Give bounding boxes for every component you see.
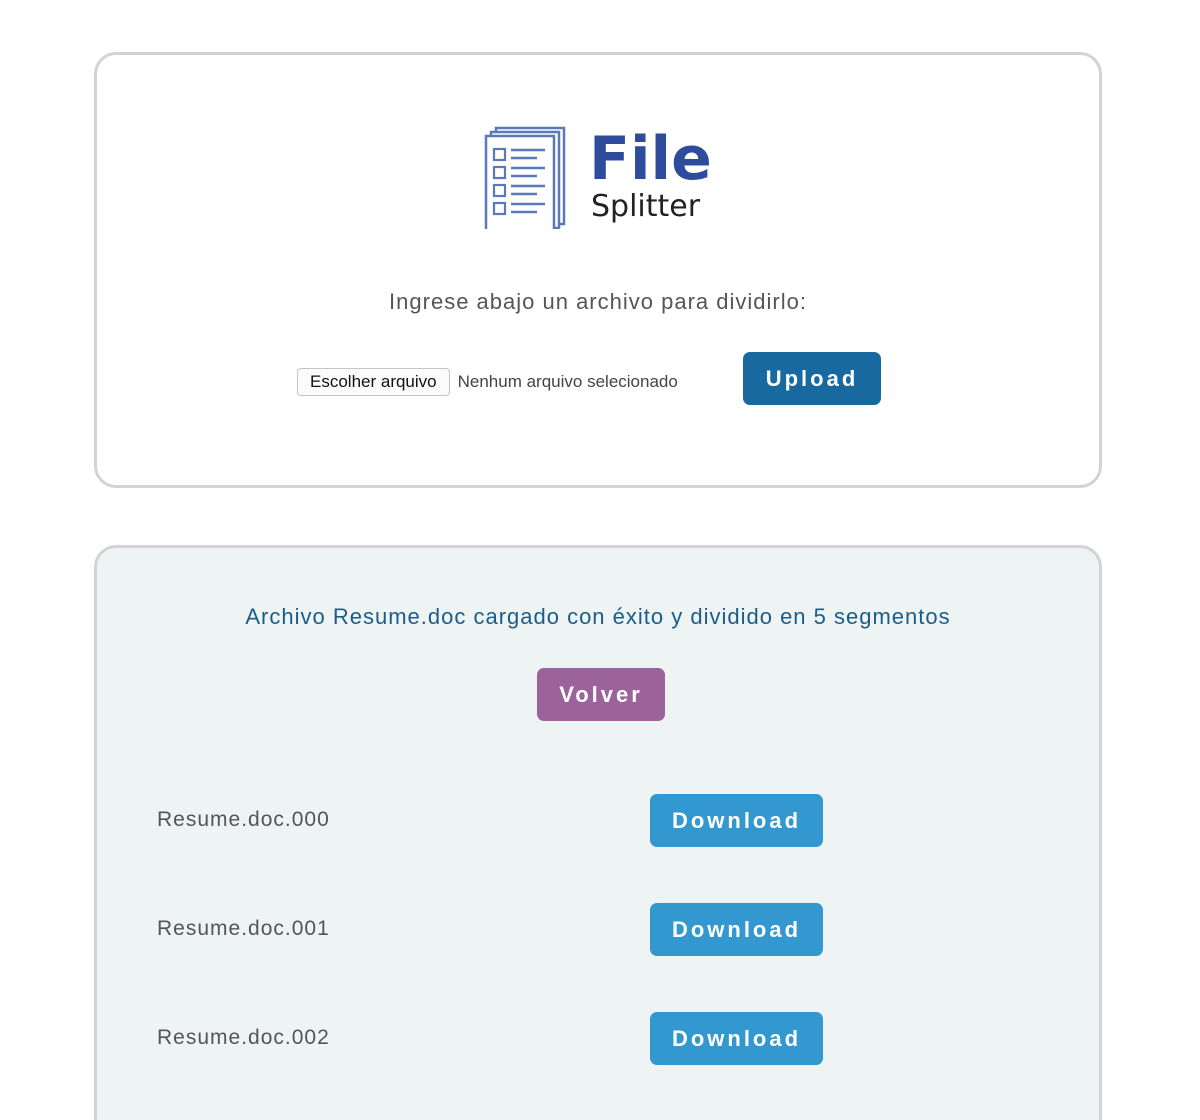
segment-row: Resume.doc.001 Download <box>97 903 1099 956</box>
upload-prompt: Ingrese abajo un archivo para dividirlo: <box>389 289 807 314</box>
download-button[interactable]: Download <box>650 1012 823 1065</box>
segment-row: Resume.doc.002 Download <box>97 1012 1099 1065</box>
choose-file-button[interactable]: Escolher arquivo <box>297 368 450 396</box>
segment-name: Resume.doc.000 <box>157 808 330 831</box>
back-button[interactable]: Volver <box>537 668 665 721</box>
success-message: Archivo Resume.doc cargado con éxito y d… <box>245 604 951 629</box>
logo-word-splitter: Splitter <box>591 189 701 224</box>
segment-row: Resume.doc.000 Download <box>97 794 1099 847</box>
segment-name: Resume.doc.002 <box>157 1026 330 1049</box>
upload-card: File Splitter Ingrese abajo un archivo p… <box>94 52 1102 488</box>
logo-word-file: File <box>589 124 712 194</box>
file-splitter-logo: File Splitter <box>483 125 723 235</box>
upload-button[interactable]: Upload <box>743 352 881 405</box>
document-list-icon <box>484 126 566 229</box>
file-input[interactable]: Escolher arquivo Nenhum arquivo selecion… <box>297 367 678 397</box>
result-card: Archivo Resume.doc cargado con éxito y d… <box>94 545 1102 1120</box>
selected-file-label: Nenhum arquivo selecionado <box>457 372 678 391</box>
download-button[interactable]: Download <box>650 794 823 847</box>
download-button[interactable]: Download <box>650 903 823 956</box>
page: File Splitter Ingrese abajo un archivo p… <box>0 0 1200 1120</box>
segment-name: Resume.doc.001 <box>157 917 330 940</box>
